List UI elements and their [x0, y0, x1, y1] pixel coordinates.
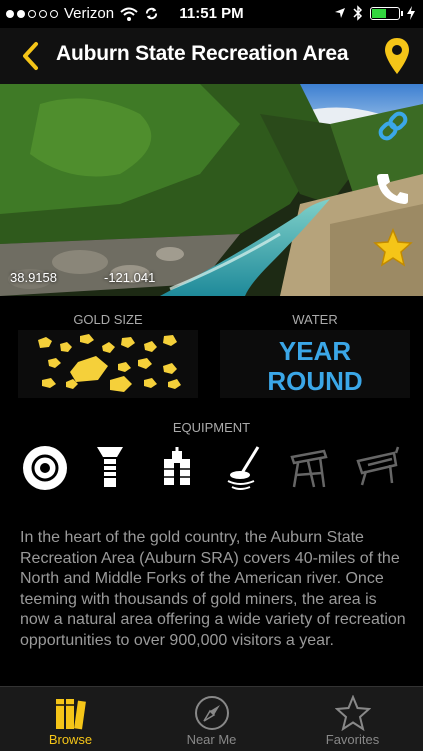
stats-section: GOLD SIZE WATER YEAR ROUND	[0, 296, 423, 406]
status-bar: Verizon 11:51 PM	[0, 0, 423, 28]
tab-favorites-label: Favorites	[325, 732, 380, 747]
books-icon	[55, 699, 86, 730]
longitude-label: -121.041	[104, 270, 156, 285]
equipment-label: EQUIPMENT	[172, 420, 251, 435]
star-icon[interactable]	[373, 228, 413, 268]
water-value: YEAR ROUND	[220, 336, 410, 396]
river-canyon-photo	[0, 84, 423, 296]
gold-size-label: GOLD SIZE	[73, 312, 143, 327]
dredge-icon	[164, 447, 190, 485]
phone-icon[interactable]	[373, 168, 413, 208]
page-title: Auburn State Recreation Area	[56, 42, 349, 65]
equipment-row	[0, 443, 423, 499]
water-label: WATER	[292, 312, 338, 327]
compass-icon	[194, 696, 229, 730]
location-arrow-icon	[335, 8, 345, 18]
latitude-label: 38.9158	[10, 270, 57, 285]
metal-detector-icon	[227, 446, 260, 490]
rocker-box-icon	[356, 446, 400, 486]
location-photo: 38.9158 -121.041	[0, 84, 423, 296]
tab-browse[interactable]: Browse	[0, 687, 141, 751]
gold-size-indicator	[18, 330, 198, 398]
water-value-line2: ROUND	[267, 366, 363, 396]
gold-nuggets-icon	[38, 334, 181, 392]
water-indicator: YEAR ROUND	[220, 330, 410, 398]
navigation-bar: Auburn State Recreation Area	[0, 28, 423, 84]
battery-level	[372, 8, 386, 18]
charging-bolt-icon	[407, 6, 415, 20]
tab-near-me-label: Near Me	[186, 732, 237, 747]
tab-browse-label: Browse	[48, 732, 93, 747]
gold-pan-icon	[23, 446, 67, 490]
star-outline-icon	[334, 695, 371, 731]
battery-icon	[370, 6, 403, 20]
tab-favorites[interactable]: Favorites	[282, 687, 423, 751]
location-description: In the heart of the gold country, the Au…	[20, 529, 406, 649]
link-icon[interactable]	[373, 106, 413, 146]
chevron-left-icon[interactable]	[18, 40, 46, 72]
highbanker-icon	[290, 449, 328, 488]
sluice-icon	[97, 447, 123, 487]
tab-bar: Browse Near Me Favorites	[0, 686, 423, 751]
tab-near-me[interactable]: Near Me	[141, 687, 282, 751]
status-right	[334, 5, 415, 21]
map-pin-icon[interactable]	[383, 36, 411, 76]
bluetooth-icon	[353, 5, 363, 21]
water-value-line1: YEAR	[278, 336, 352, 366]
